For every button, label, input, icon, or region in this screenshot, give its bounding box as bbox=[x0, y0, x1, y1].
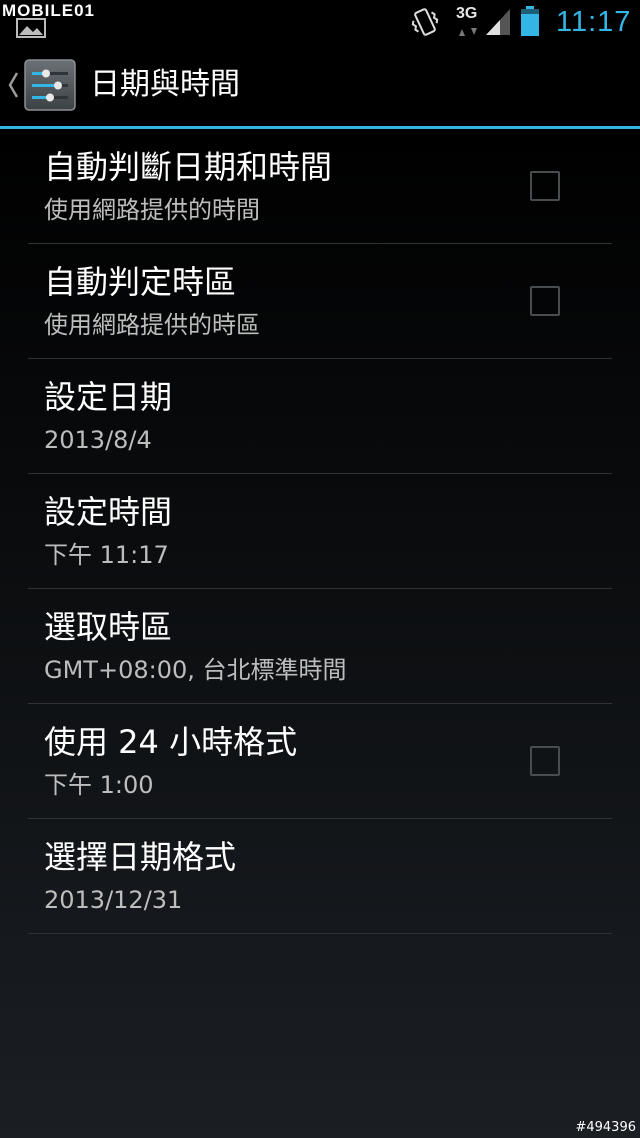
battery-icon bbox=[521, 6, 539, 36]
pref-summary: 下午 1:00 bbox=[44, 771, 154, 799]
pref-select-time-zone[interactable]: 選取時區 GMT+08:00, 台北標準時間 bbox=[28, 589, 612, 704]
pref-date-format[interactable]: 選擇日期格式 2013/12/31 bbox=[28, 819, 612, 934]
pref-summary: 下午 11:17 bbox=[44, 541, 169, 569]
status-bar: MOBILE01 3G 11:17 bbox=[0, 0, 640, 44]
pref-auto-time-zone[interactable]: 自動判定時區 使用網路提供的時區 bbox=[28, 244, 612, 359]
signal-icon bbox=[486, 9, 510, 35]
status-clock: 11:17 bbox=[556, 6, 632, 38]
preference-list: 自動判斷日期和時間 使用網路提供的時間 自動判定時區 使用網路提供的時區 設定日… bbox=[28, 129, 612, 934]
vibrate-icon bbox=[411, 8, 439, 36]
use-24-hour-checkbox[interactable] bbox=[530, 746, 560, 776]
pref-summary: GMT+08:00, 台北標準時間 bbox=[44, 656, 347, 684]
pref-set-date[interactable]: 設定日期 2013/8/4 bbox=[28, 359, 612, 474]
pref-title: 使用 24 小時格式 bbox=[44, 723, 298, 761]
page-title: 日期與時間 bbox=[90, 67, 240, 102]
pref-title: 設定時間 bbox=[44, 493, 173, 531]
auto-time-zone-checkbox[interactable] bbox=[530, 286, 560, 316]
pref-auto-date-time[interactable]: 自動判斷日期和時間 使用網路提供的時間 bbox=[28, 129, 612, 244]
gallery-notification-icon bbox=[16, 18, 46, 38]
pref-title: 選擇日期格式 bbox=[44, 838, 237, 876]
data-arrows-icon bbox=[459, 28, 477, 36]
pref-summary: 使用網路提供的時間 bbox=[44, 196, 260, 224]
pref-title: 自動判定時區 bbox=[44, 263, 237, 301]
pref-summary: 2013/12/31 bbox=[44, 886, 183, 914]
watermark-id: #494396 bbox=[575, 1120, 636, 1135]
settings-sliders-icon[interactable] bbox=[23, 58, 77, 112]
pref-title: 設定日期 bbox=[44, 378, 173, 416]
settings-content: 自動判斷日期和時間 使用網路提供的時間 自動判定時區 使用網路提供的時區 設定日… bbox=[0, 129, 640, 1138]
auto-date-time-checkbox[interactable] bbox=[530, 171, 560, 201]
network-type-label: 3G bbox=[456, 5, 478, 22]
pref-title: 選取時區 bbox=[44, 608, 173, 646]
pref-set-time[interactable]: 設定時間 下午 11:17 bbox=[28, 474, 612, 589]
action-bar: 日期與時間 bbox=[0, 44, 640, 129]
pref-use-24-hour[interactable]: 使用 24 小時格式 下午 1:00 bbox=[28, 704, 612, 819]
chevron-left-icon[interactable] bbox=[6, 70, 20, 100]
pref-summary: 使用網路提供的時區 bbox=[44, 311, 260, 339]
pref-title: 自動判斷日期和時間 bbox=[44, 148, 333, 186]
pref-summary: 2013/8/4 bbox=[44, 426, 152, 454]
